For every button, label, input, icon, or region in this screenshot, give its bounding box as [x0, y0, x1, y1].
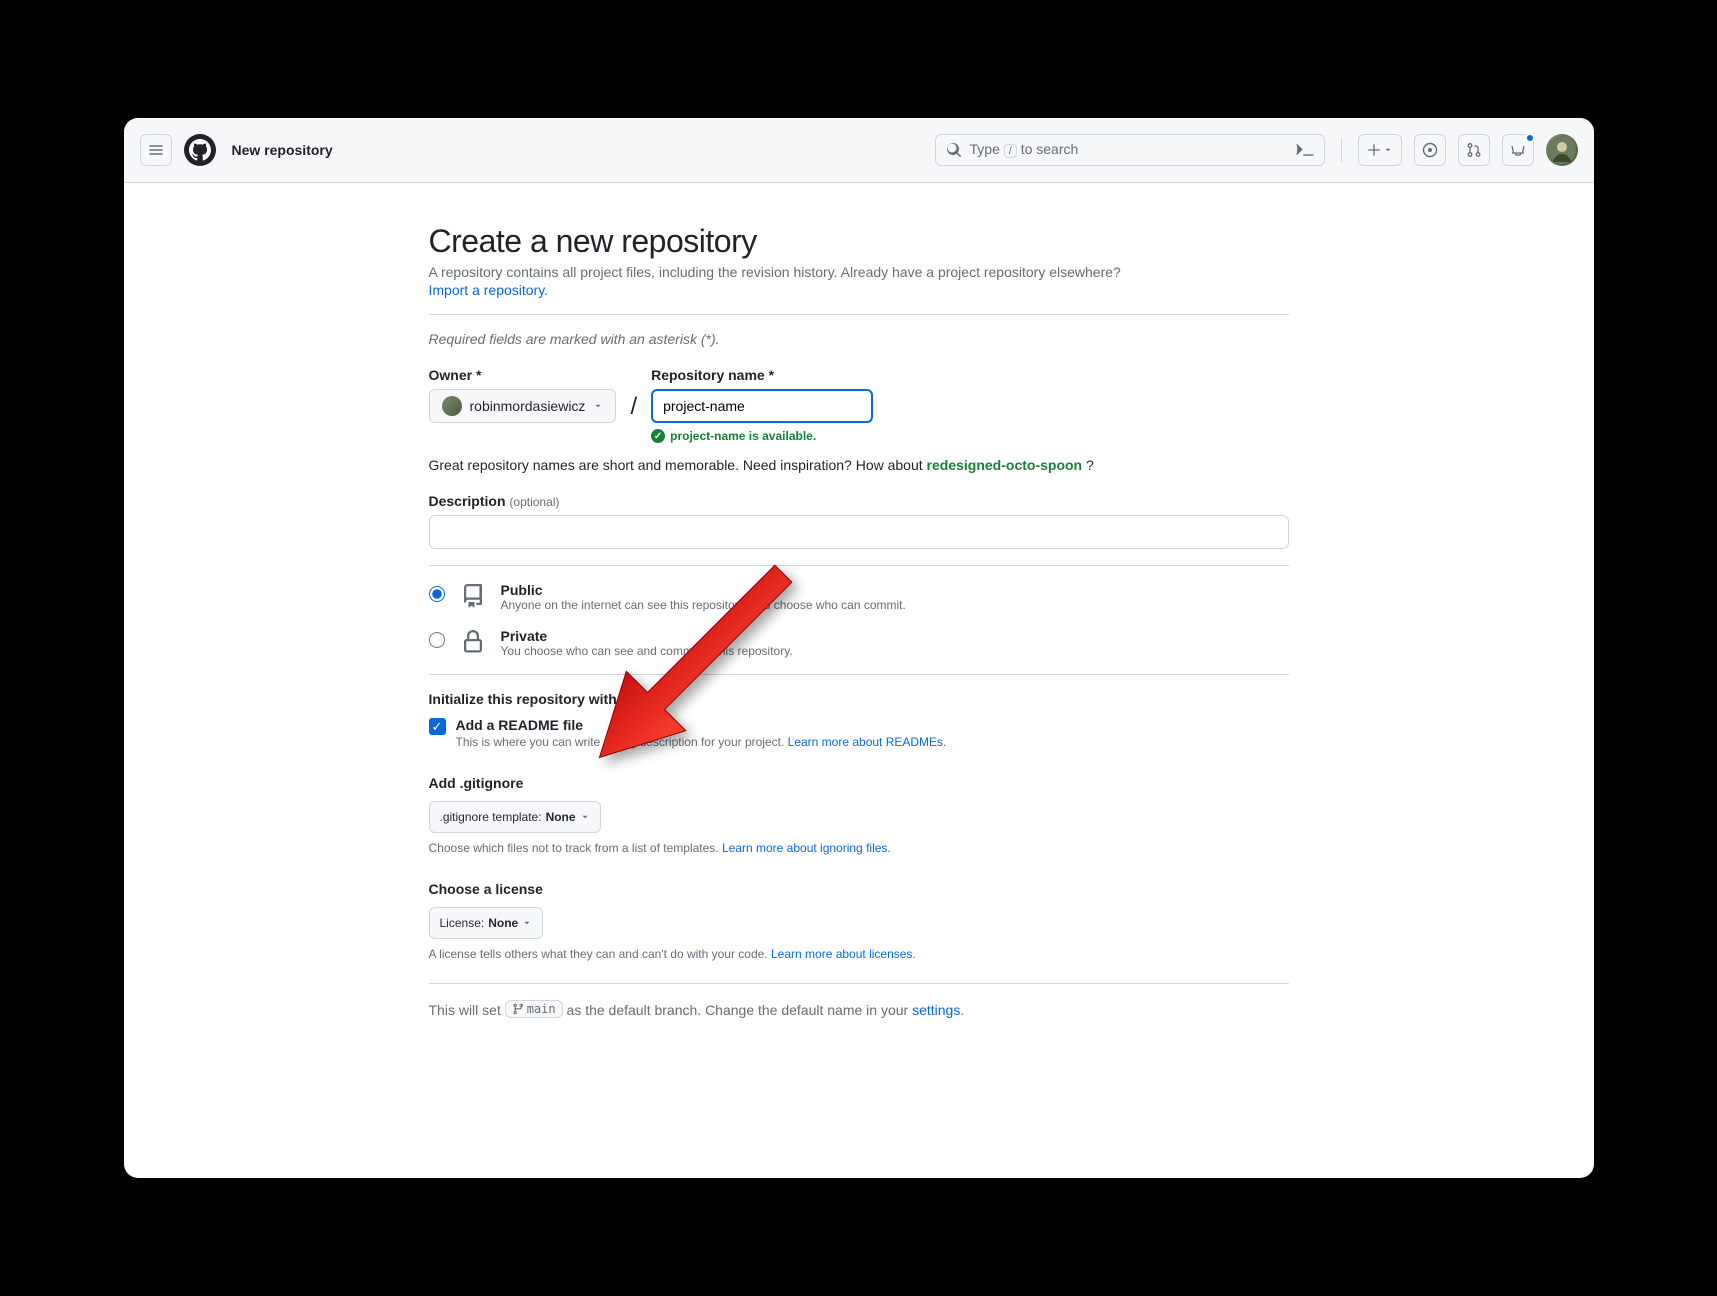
gitignore-help: Choose which files not to track from a l…: [429, 841, 1289, 855]
description-label: Description (optional): [429, 493, 1289, 509]
chevron-down-icon: [593, 401, 603, 411]
visibility-public-row: Public Anyone on the internet can see th…: [429, 582, 1289, 612]
inspiration-text: Great repository names are short and mem…: [429, 457, 1289, 473]
menu-button[interactable]: [140, 134, 172, 166]
availability-message: ✓ project-name is available.: [651, 429, 873, 443]
suggestion-link[interactable]: redesigned-octo-spoon: [927, 457, 1083, 473]
description-input[interactable]: [429, 515, 1289, 549]
owner-select[interactable]: robinmordasiewicz: [429, 389, 617, 423]
lock-icon: [461, 628, 485, 654]
license-help: A license tells others what they can and…: [429, 947, 1289, 961]
readme-checkbox[interactable]: ✓: [429, 718, 446, 735]
settings-link[interactable]: settings: [912, 1002, 960, 1018]
public-radio[interactable]: [429, 586, 445, 602]
readme-label: Add a README file: [456, 717, 947, 733]
license-heading: Choose a license: [429, 881, 1289, 897]
hamburger-icon: [148, 142, 164, 158]
search-placeholder: Type / to search: [970, 141, 1079, 159]
topbar: New repository Type / to search: [124, 118, 1594, 183]
repo-icon: [461, 582, 485, 608]
owner-label: Owner *: [429, 367, 617, 383]
gitignore-select[interactable]: .gitignore template: None: [429, 801, 601, 833]
content-area: Create a new repository A repository con…: [124, 183, 1594, 1178]
required-note: Required fields are marked with an aster…: [429, 331, 1289, 347]
pull-request-icon: [1466, 142, 1482, 158]
chevron-down-icon: [580, 812, 590, 822]
plus-icon: [1367, 143, 1381, 157]
chevron-down-icon: [1383, 145, 1393, 155]
avatar-icon: [1548, 136, 1576, 164]
private-radio[interactable]: [429, 632, 445, 648]
github-logo[interactable]: [184, 134, 216, 166]
visibility-private-row: Private You choose who can see and commi…: [429, 628, 1289, 658]
license-learn-link[interactable]: Learn more about licenses.: [771, 947, 916, 961]
repo-name-label: Repository name *: [651, 367, 873, 383]
public-title: Public: [501, 582, 906, 598]
page-title: New repository: [232, 142, 333, 158]
init-heading: Initialize this repository with:: [429, 691, 1289, 707]
branch-badge: main: [505, 1000, 563, 1018]
import-repo-link[interactable]: Import a repository.: [429, 282, 549, 298]
gitignore-learn-link[interactable]: Learn more about ignoring files.: [722, 841, 891, 855]
command-palette-icon: [1296, 141, 1314, 159]
private-title: Private: [501, 628, 793, 644]
readme-desc: This is where you can write a long descr…: [456, 735, 947, 749]
inbox-button[interactable]: [1502, 134, 1534, 166]
pull-requests-button[interactable]: [1458, 134, 1490, 166]
owner-avatar-icon: [442, 396, 462, 416]
inbox-icon: [1510, 142, 1526, 158]
new-repo-form: Create a new repository A repository con…: [429, 223, 1289, 1178]
gitignore-heading: Add .gitignore: [429, 775, 1289, 791]
search-input[interactable]: Type / to search: [935, 134, 1325, 166]
chevron-down-icon: [522, 918, 532, 928]
search-slash-key: /: [1004, 144, 1017, 158]
private-desc: You choose who can see and commit to thi…: [501, 644, 793, 658]
notification-dot: [1525, 133, 1535, 143]
create-new-button[interactable]: [1358, 134, 1402, 166]
issues-button[interactable]: [1414, 134, 1446, 166]
default-branch-note: This will set main as the default branch…: [429, 1000, 1289, 1018]
owner-name: robinmordasiewicz: [470, 398, 586, 414]
branch-icon: [512, 1003, 524, 1015]
search-icon: [946, 142, 962, 158]
slash-separator: /: [630, 367, 637, 421]
github-icon: [189, 139, 211, 161]
check-circle-icon: ✓: [651, 429, 665, 443]
public-desc: Anyone on the internet can see this repo…: [501, 598, 906, 612]
form-subhead: A repository contains all project files,…: [429, 264, 1289, 280]
readme-learn-link[interactable]: Learn more about READMEs.: [788, 735, 947, 749]
form-heading: Create a new repository: [429, 223, 1289, 260]
user-avatar[interactable]: [1546, 134, 1578, 166]
repo-name-input[interactable]: [651, 389, 873, 423]
license-select[interactable]: License: None: [429, 907, 544, 939]
app-window: New repository Type / to search: [124, 118, 1594, 1178]
issues-icon: [1422, 142, 1438, 158]
